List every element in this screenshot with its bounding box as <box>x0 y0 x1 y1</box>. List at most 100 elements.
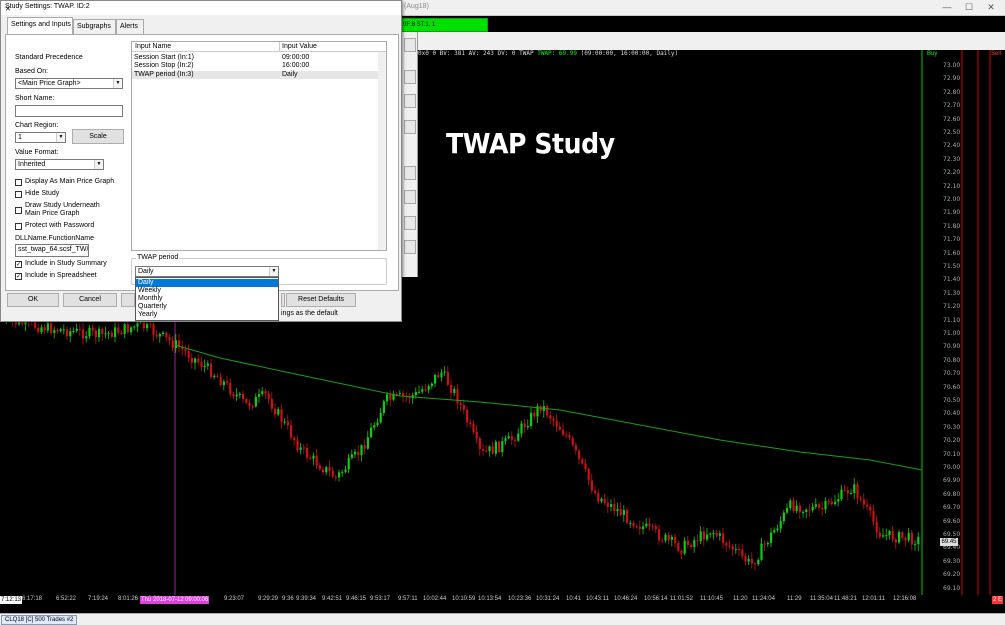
option-weekly[interactable]: Weekly <box>136 287 278 295</box>
grid-row[interactable]: Session Start (In:1) 09:00:00 <box>132 54 386 62</box>
tab-subgraphs[interactable]: Subgraphs <box>73 19 116 34</box>
grid-scrollbar[interactable] <box>378 52 386 250</box>
candle-body <box>440 372 443 378</box>
candle-body <box>517 433 520 441</box>
candle-body <box>651 525 654 527</box>
candle-body <box>242 393 245 400</box>
price-tick-label: 71.30 <box>943 289 961 297</box>
candle-body <box>357 451 360 456</box>
candle-body <box>491 446 494 454</box>
candle-body <box>66 329 69 337</box>
candle-body <box>446 371 449 385</box>
candle-body <box>130 327 133 333</box>
col-input-name[interactable]: Input Name <box>135 43 171 50</box>
candle-body <box>622 510 625 516</box>
candle-body <box>34 321 37 328</box>
ok-button[interactable]: OK <box>7 293 59 307</box>
inputs-grid[interactable]: Input Name Input Value Session Start (In… <box>131 41 387 251</box>
short-name-input[interactable] <box>15 105 123 117</box>
side-tool-button[interactable] <box>404 240 416 254</box>
column-divider[interactable] <box>279 42 280 52</box>
candle-body <box>792 500 795 511</box>
candle-body <box>40 327 43 333</box>
info-params: (09:00:00, 16:00:00, Daily) <box>580 50 679 57</box>
price-tick-label: 72.80 <box>943 88 961 96</box>
candle-body <box>101 328 104 334</box>
chart-region-select[interactable]: 1 ▼ <box>15 132 66 143</box>
candle-body <box>846 490 849 494</box>
scale-button[interactable]: Scale <box>72 129 124 144</box>
side-tool-button[interactable] <box>404 190 416 204</box>
display-as-main-checkbox[interactable] <box>15 179 22 186</box>
reset-defaults-button[interactable]: Reset Defaults <box>286 293 356 307</box>
dialog-close-button[interactable]: ✕ <box>5 3 397 16</box>
include-spreadsheet-checkbox[interactable]: ✓ <box>15 273 22 280</box>
candle-body <box>254 396 257 407</box>
candle-body <box>875 521 878 533</box>
candle-body <box>194 358 197 363</box>
candle-body <box>702 531 705 540</box>
candle-body <box>88 327 91 337</box>
include-summary-checkbox[interactable]: ✓ <box>15 261 22 268</box>
dll-input[interactable]: sst_twap_64.scsf_TW/ <box>15 244 89 257</box>
close-window-button[interactable]: ✕ <box>984 1 998 13</box>
draw-underneath-label: Draw Study Underneath Main Price Graph <box>25 202 100 217</box>
hide-study-checkbox[interactable] <box>15 191 22 198</box>
side-tool-button[interactable] <box>404 216 416 230</box>
side-tool-button[interactable] <box>404 70 416 84</box>
option-quarterly[interactable]: Quarterly <box>136 303 278 311</box>
candle-body <box>398 393 401 395</box>
protect-password-checkbox[interactable] <box>15 223 22 230</box>
candle-body <box>690 544 693 548</box>
candle-body <box>549 415 552 419</box>
tab-settings-and-inputs[interactable]: Settings and Inputs <box>7 17 73 34</box>
maximize-button[interactable]: ☐ <box>962 1 976 13</box>
based-on-select[interactable]: <Main Price Graph> ▼ <box>15 78 123 89</box>
candle-body <box>430 383 433 387</box>
candle-body <box>453 388 456 393</box>
candle-body <box>520 423 523 434</box>
price-tick-label: 69.20 <box>943 571 961 579</box>
twap-period-group-label: TWAP period <box>136 254 180 261</box>
grid-row[interactable]: Session Stop (In:2) 16:00:00 <box>132 62 386 70</box>
candle-body <box>133 326 136 328</box>
option-yearly[interactable]: Yearly <box>136 311 278 319</box>
side-tool-button[interactable] <box>404 94 416 108</box>
chart-tab[interactable]: CLQ18 [C] 500 Trades #2 <box>1 615 78 625</box>
candle-body <box>59 329 62 332</box>
price-tick-label: 71.60 <box>943 249 961 257</box>
tab-alerts[interactable]: Alerts <box>116 19 144 34</box>
side-tool-button[interactable] <box>404 38 416 52</box>
price-tick-label: 69.90 <box>943 477 961 485</box>
option-monthly[interactable]: Monthly <box>136 295 278 303</box>
chart-region-label: Chart Region: <box>15 122 59 129</box>
candle-body <box>856 484 859 499</box>
hidden-button[interactable] <box>121 293 135 307</box>
cancel-button[interactable]: Cancel <box>63 293 117 307</box>
option-daily[interactable]: Daily <box>136 279 278 287</box>
candle-body <box>731 546 734 550</box>
candle-body <box>43 327 46 331</box>
partial-button[interactable] <box>281 293 285 307</box>
candle-body <box>888 530 891 536</box>
draw-underneath-checkbox[interactable] <box>15 207 22 214</box>
grid-row-selected[interactable]: TWAP period (In:3) Daily <box>132 71 386 79</box>
side-tool-button[interactable] <box>404 120 416 134</box>
candle-body <box>283 421 286 423</box>
candle-body <box>878 532 881 537</box>
candle-body <box>683 540 686 554</box>
side-tool-button[interactable] <box>404 166 416 180</box>
value-format-select[interactable]: Inherited ▼ <box>15 159 104 170</box>
candle-body <box>686 540 689 545</box>
candle-body <box>757 559 760 565</box>
minimize-button[interactable]: — <box>940 1 954 13</box>
candle-body <box>37 327 40 333</box>
twap-period-value: Daily <box>138 268 154 275</box>
twap-period-select[interactable]: Daily ▼ <box>135 266 279 277</box>
candle-body <box>744 556 747 562</box>
candle-body <box>341 471 344 473</box>
candle-body <box>120 332 123 334</box>
time-tick-label: 11:01:52 <box>670 596 693 602</box>
candle-body <box>718 533 721 536</box>
col-input-value[interactable]: Input Value <box>282 43 317 50</box>
